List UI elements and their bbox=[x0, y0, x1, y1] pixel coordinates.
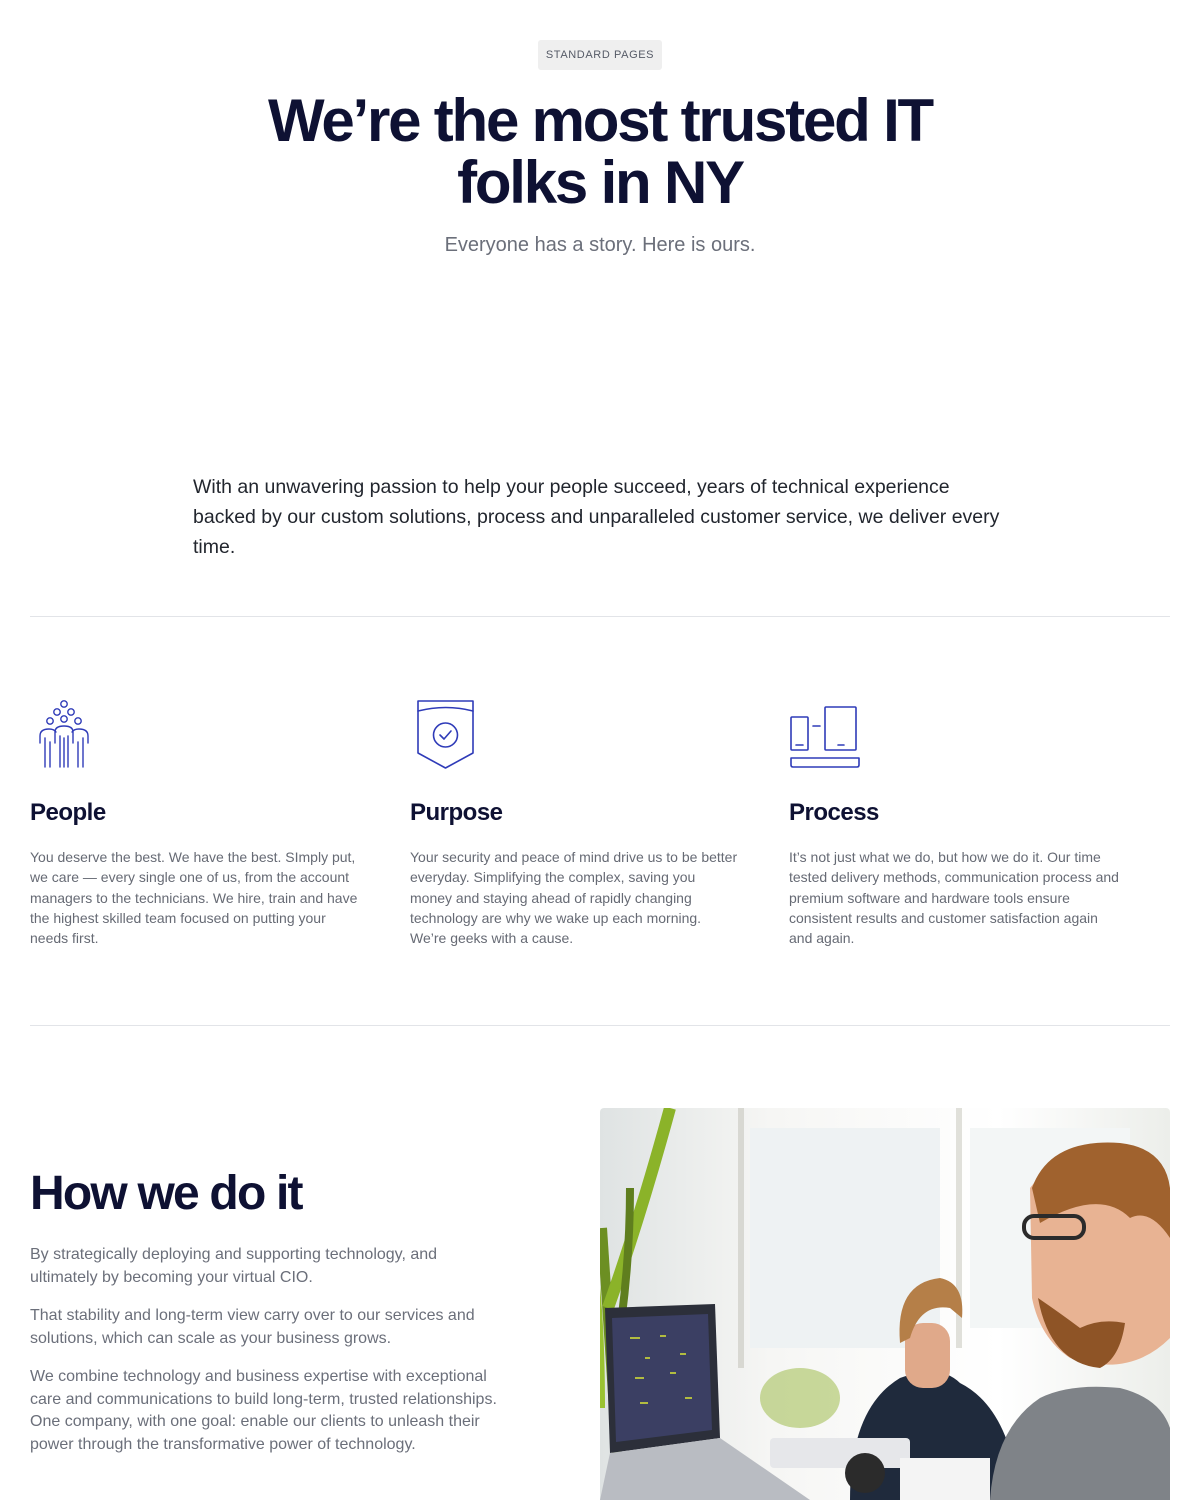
feature-text-purpose: Your security and peace of mind drive us… bbox=[410, 849, 738, 947]
section-eyebrow-badge: STANDARD PAGES bbox=[537, 40, 663, 70]
intro-paragraph: With an unwavering passion to help your … bbox=[193, 475, 1000, 558]
section-divider-top bbox=[30, 616, 1170, 617]
hero-section: STANDARD PAGES We’re the most trusted IT… bbox=[0, 40, 1200, 257]
feature-text-people: You deserve the best. We have the best. … bbox=[30, 849, 358, 947]
how-paragraph-2: That stability and long-term view carry … bbox=[30, 1307, 475, 1347]
how-section: How we do it By strategically deploying … bbox=[30, 1166, 500, 1456]
how-title: How we do it bbox=[30, 1167, 304, 1220]
shield-check-icon bbox=[417, 700, 474, 769]
feature-process: Process It’s not just what we do, but ho… bbox=[789, 698, 1119, 948]
feature-title-process: Process bbox=[789, 799, 879, 826]
feature-purpose: Purpose Your security and peace of mind … bbox=[410, 698, 740, 948]
people-group-icon bbox=[39, 700, 89, 768]
team-photo bbox=[600, 1108, 1170, 1500]
feature-people: People You deserve the best. We have the… bbox=[30, 698, 360, 948]
how-paragraph-3: We combine technology and business exper… bbox=[30, 1368, 497, 1453]
office-workers-illustration bbox=[600, 1108, 1170, 1500]
feature-title-purpose: Purpose bbox=[410, 799, 503, 826]
page-title: We’re the most trusted IT folks in NY bbox=[267, 87, 934, 216]
devices-icon bbox=[790, 706, 860, 768]
page-subtitle: Everyone has a story. Here is ours. bbox=[444, 234, 756, 256]
section-divider-bottom bbox=[30, 1025, 1170, 1026]
how-paragraph-1: By strategically deploying and supportin… bbox=[30, 1246, 438, 1286]
feature-title-people: People bbox=[30, 799, 106, 826]
feature-text-process: It’s not just what we do, but how we do … bbox=[789, 849, 1119, 947]
